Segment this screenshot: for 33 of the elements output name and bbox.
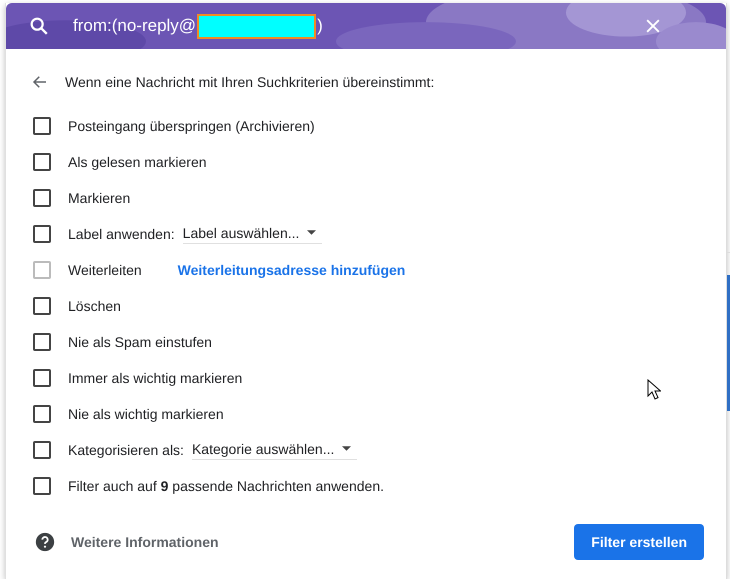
option-label: Als gelesen markieren [68,154,207,170]
dropdown[interactable]: Label auswählen... [182,224,322,244]
checkbox[interactable] [33,189,51,207]
search-query[interactable]: from:(no-reply@ [73,16,196,36]
caret-icon [342,446,352,451]
criteria-heading: Wenn eine Nachricht mit Ihren Suchkriterien übereinstimmt: [65,74,434,90]
checkbox[interactable] [33,441,51,459]
search-icon[interactable] [28,15,50,37]
checkbox[interactable] [33,117,51,135]
checkbox[interactable] [33,477,51,495]
option-label: Weiterleiten [68,262,142,278]
caret-icon [307,230,316,235]
option-label: Nie als wichtig markieren [68,406,224,422]
dropdown[interactable]: Kategorie auswählen... [192,440,358,460]
option-label: Label anwenden: [68,226,175,242]
search-query[interactable]: ) [317,16,323,36]
create-filter-button[interactable]: Filter erstellen [574,524,704,560]
mouse-cursor-icon [647,379,661,401]
checkbox[interactable] [33,333,51,351]
option-label: Nie als Spam einstufen [68,334,212,350]
checkbox[interactable] [33,405,51,423]
help-icon[interactable] [35,532,55,552]
option-label: Markieren [68,190,130,206]
checkbox[interactable] [33,153,51,171]
option-label: Posteingang überspringen (Archivieren) [68,118,315,134]
option-label: Filter auch auf 9 passende Nachrichten anwenden. [68,478,384,494]
checkbox[interactable] [33,297,51,315]
option-label: Kategorisieren als: [68,442,184,458]
option-label: Immer als wichtig markieren [68,370,242,386]
checkbox[interactable] [33,225,51,243]
option-label: Löschen [68,298,121,314]
checkbox[interactable] [33,369,51,387]
more-info-link[interactable]: Weitere Informationen [71,534,219,550]
